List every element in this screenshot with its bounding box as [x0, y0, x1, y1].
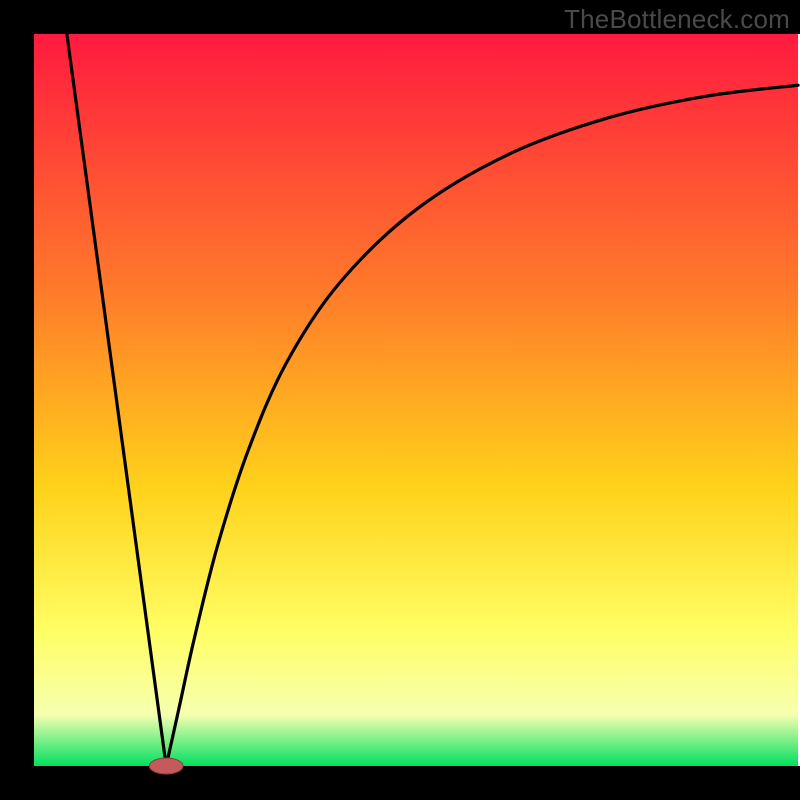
watermark-text: TheBottleneck.com — [564, 4, 790, 35]
plot-background — [34, 34, 798, 766]
frame-left — [0, 0, 34, 800]
chart-container: { "watermark": "TheBottleneck.com", "col… — [0, 0, 800, 800]
frame-bottom — [0, 766, 800, 800]
bottleneck-chart — [0, 0, 800, 800]
optimal-point-marker — [149, 758, 183, 774]
